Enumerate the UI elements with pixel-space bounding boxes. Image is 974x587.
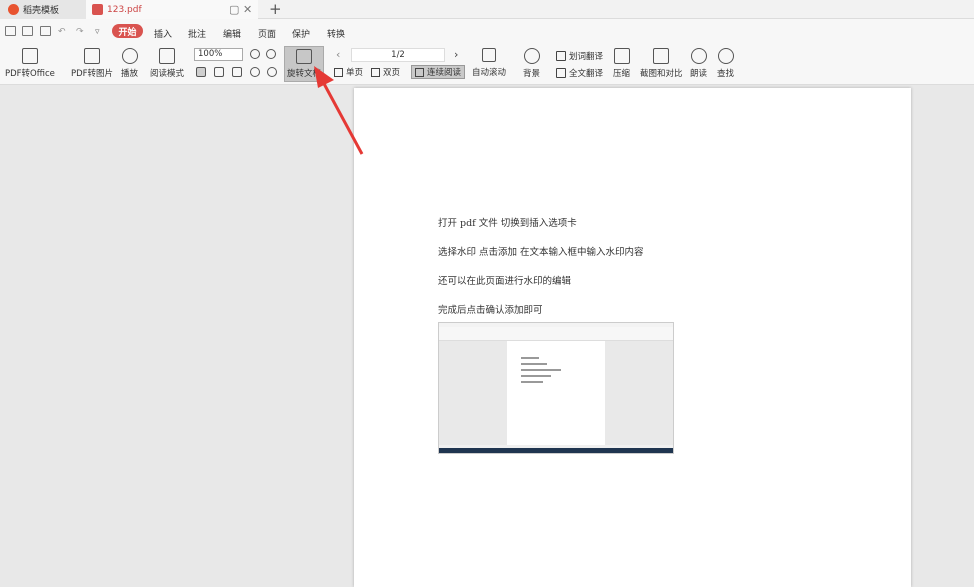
tab-docer-templates[interactable]: 稻壳模板 <box>0 0 86 19</box>
next-page-icon[interactable]: › <box>454 48 458 61</box>
document-line: 还可以在此页面进行水印的编辑 <box>438 276 572 287</box>
document-line: 完成后点击确认添加即可 <box>438 305 543 316</box>
close-tab-icon[interactable]: ✕ <box>243 3 252 16</box>
screenshot-icon <box>653 48 670 64</box>
last-page-icon[interactable] <box>482 48 496 62</box>
embedded-screenshot-image <box>438 322 674 454</box>
fit-width-icon[interactable] <box>232 67 242 77</box>
red-arrow-annotation <box>314 66 364 155</box>
full-translate-button[interactable]: 全文翻译 <box>556 67 603 79</box>
auto-scroll-button[interactable]: 自动滚动 <box>469 65 509 79</box>
read-mode-button[interactable]: 阅读模式 <box>150 48 184 79</box>
pin-tab-icon[interactable]: ▢ <box>229 3 239 16</box>
background-button[interactable]: 背景 <box>523 48 540 79</box>
compress-icon <box>613 48 630 64</box>
actual-size-icon[interactable] <box>196 67 206 77</box>
translate-icon <box>556 51 566 61</box>
rotate-left-icon[interactable] <box>250 67 260 77</box>
play-button[interactable]: 播放 <box>121 48 138 79</box>
play-icon <box>121 48 138 64</box>
full-translate-icon <box>556 68 566 78</box>
pdf-to-office-icon <box>21 48 38 64</box>
menu-convert[interactable]: 转换 <box>327 27 345 40</box>
undo-icon[interactable]: ↶ <box>58 27 66 37</box>
fit-page-icon[interactable] <box>214 67 224 77</box>
tab-label: 稻壳模板 <box>23 6 60 16</box>
document-line: 打开 pdf 文件 切换到插入选项卡 <box>438 218 577 229</box>
save-icon[interactable] <box>22 26 33 36</box>
zoom-out-icon[interactable] <box>250 49 260 59</box>
zoom-in-icon[interactable] <box>266 49 276 59</box>
print-icon[interactable] <box>40 26 51 36</box>
tab-bar: 稻壳模板 123.pdf ▢ ✕ + <box>0 0 974 19</box>
read-aloud-button[interactable]: 朗读 <box>690 48 707 79</box>
menu-edit[interactable]: 编辑 <box>223 27 241 40</box>
redo-icon[interactable]: ↷ <box>76 27 84 37</box>
compress-button[interactable]: 压缩 <box>613 48 630 79</box>
continuous-read-icon <box>415 67 424 77</box>
pdf-to-image-button[interactable]: PDF转图片 <box>71 48 113 79</box>
document-line: 选择水印 点击添加 在文本输入框中输入水印内容 <box>438 247 644 258</box>
screenshot-compare-button[interactable]: 截图和对比 <box>640 48 683 79</box>
menu-page[interactable]: 页面 <box>258 27 276 40</box>
menu-annotate[interactable]: 批注 <box>188 27 206 40</box>
tab-label: 123.pdf <box>107 4 142 15</box>
menu-insert[interactable]: 插入 <box>154 27 172 40</box>
word-translate-button[interactable]: 划词翻译 <box>556 50 603 62</box>
find-button[interactable]: 查找 <box>717 48 734 79</box>
zoom-select[interactable]: 100% <box>194 48 243 61</box>
open-folder-icon[interactable] <box>5 26 16 36</box>
microphone-icon <box>690 48 707 64</box>
menu-bar <box>0 19 974 45</box>
document-page: 打开 pdf 文件 切换到插入选项卡 选择水印 点击添加 在文本输入框中输入水印… <box>354 88 911 587</box>
image-icon <box>84 48 101 64</box>
continuous-read-button[interactable]: 连续阅读 <box>411 65 466 79</box>
search-icon <box>717 48 734 64</box>
docer-logo-icon <box>8 4 19 15</box>
menu-protect[interactable]: 保护 <box>292 27 310 40</box>
menu-start-tab[interactable]: 开始 <box>112 24 143 38</box>
moon-icon <box>523 48 540 64</box>
pdf-to-office-button[interactable]: PDF转Office <box>5 48 55 79</box>
pdf-file-icon <box>92 4 103 15</box>
book-icon <box>159 48 175 64</box>
rotate-right-icon[interactable] <box>267 67 277 77</box>
customize-dropdown-icon[interactable]: ▿ <box>95 27 100 37</box>
new-tab-icon[interactable]: + <box>269 0 282 19</box>
